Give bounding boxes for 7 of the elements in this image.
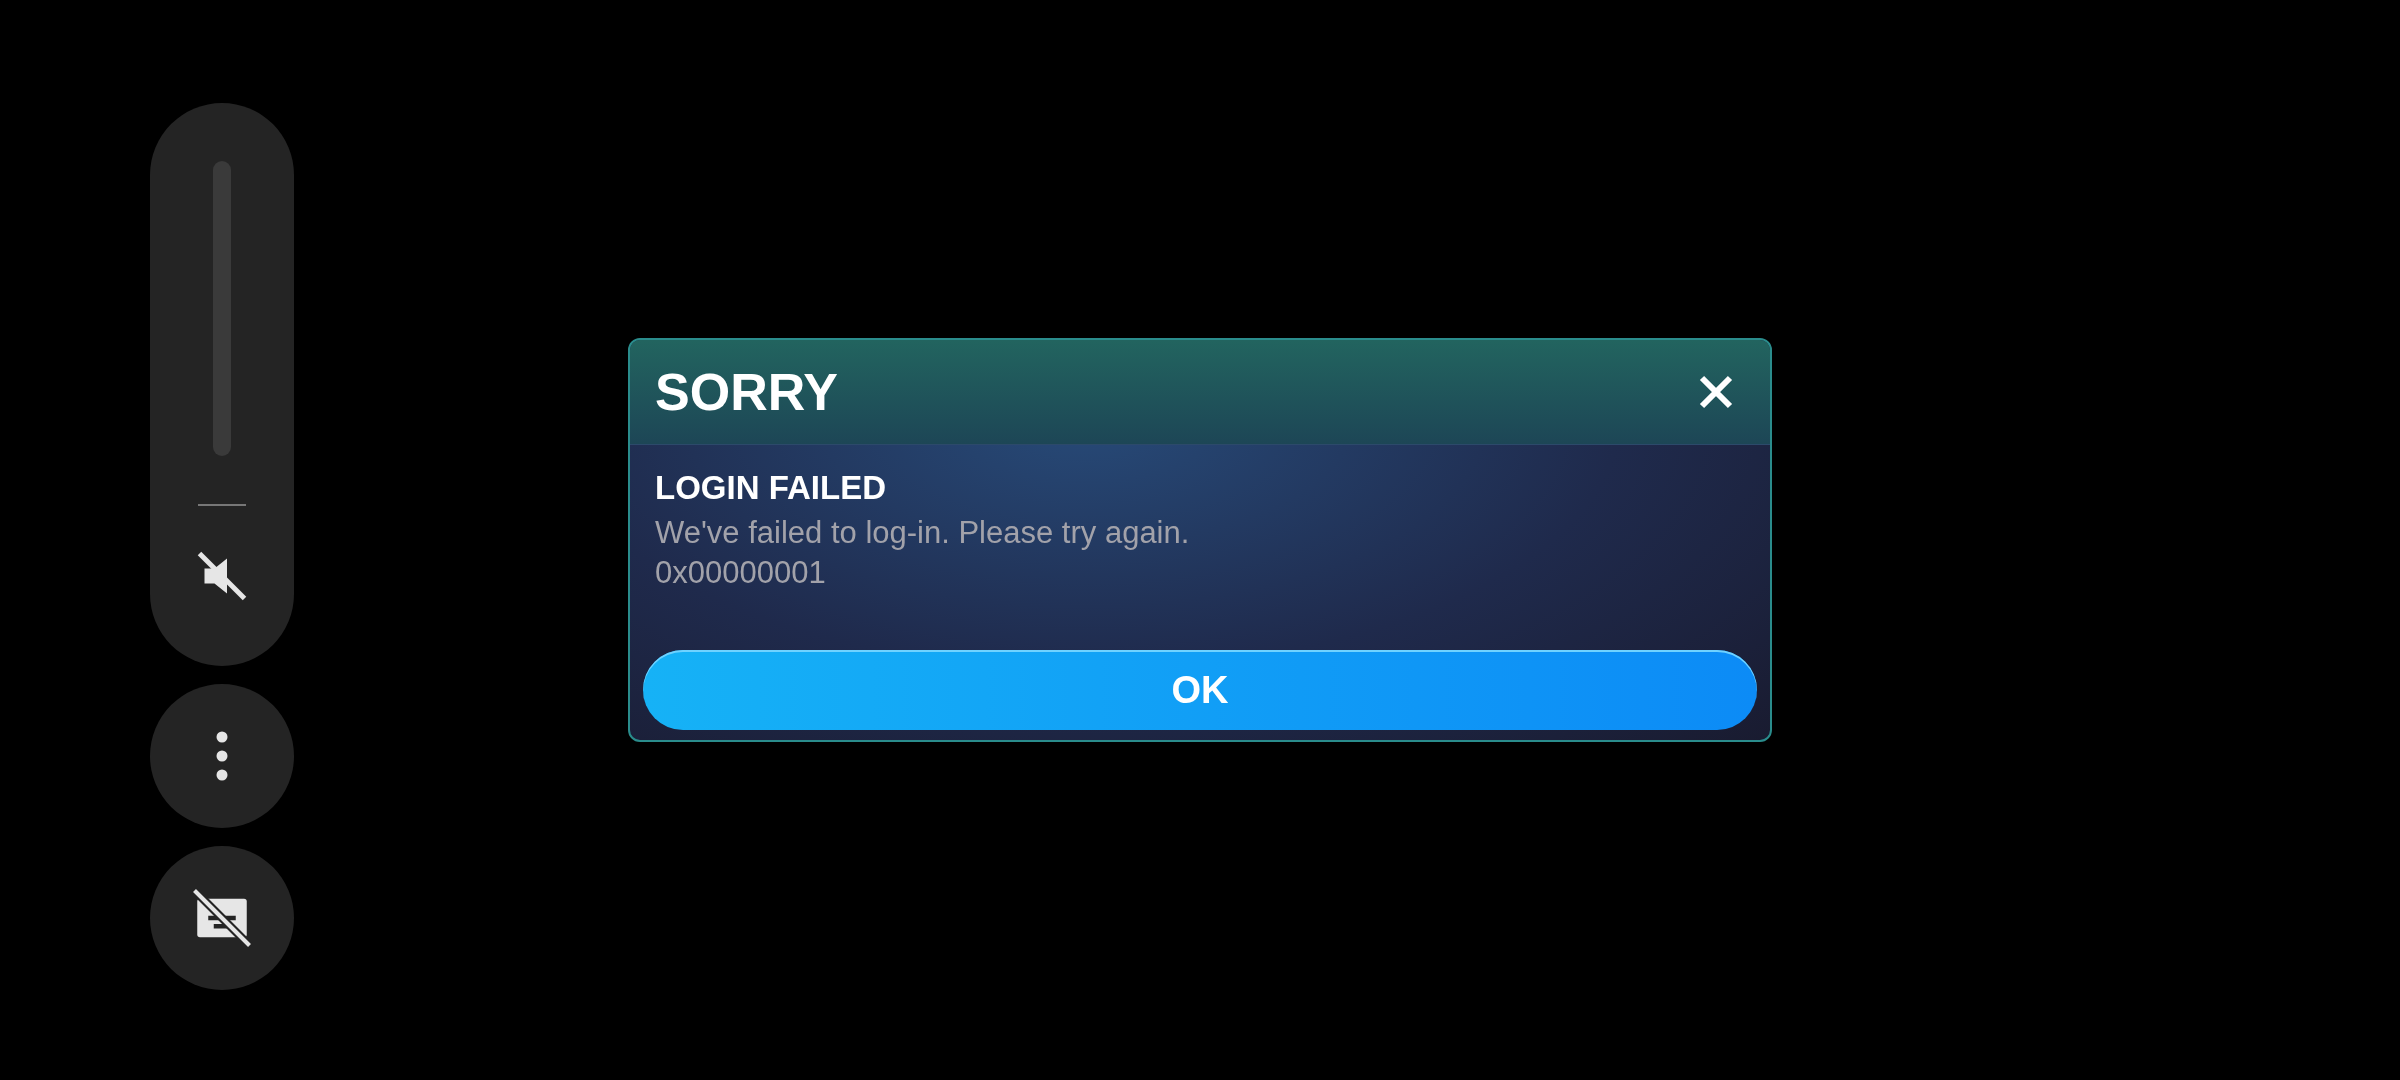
error-heading: LOGIN FAILED [655, 469, 887, 507]
close-icon [1698, 374, 1734, 410]
ok-button[interactable]: OK [643, 650, 1757, 730]
dialog-title: SORRY [655, 362, 838, 422]
error-code: 0x00000001 [655, 554, 827, 592]
more-options-icon [216, 731, 228, 781]
error-message: We've failed to log-in. Please try again. [655, 514, 1191, 552]
